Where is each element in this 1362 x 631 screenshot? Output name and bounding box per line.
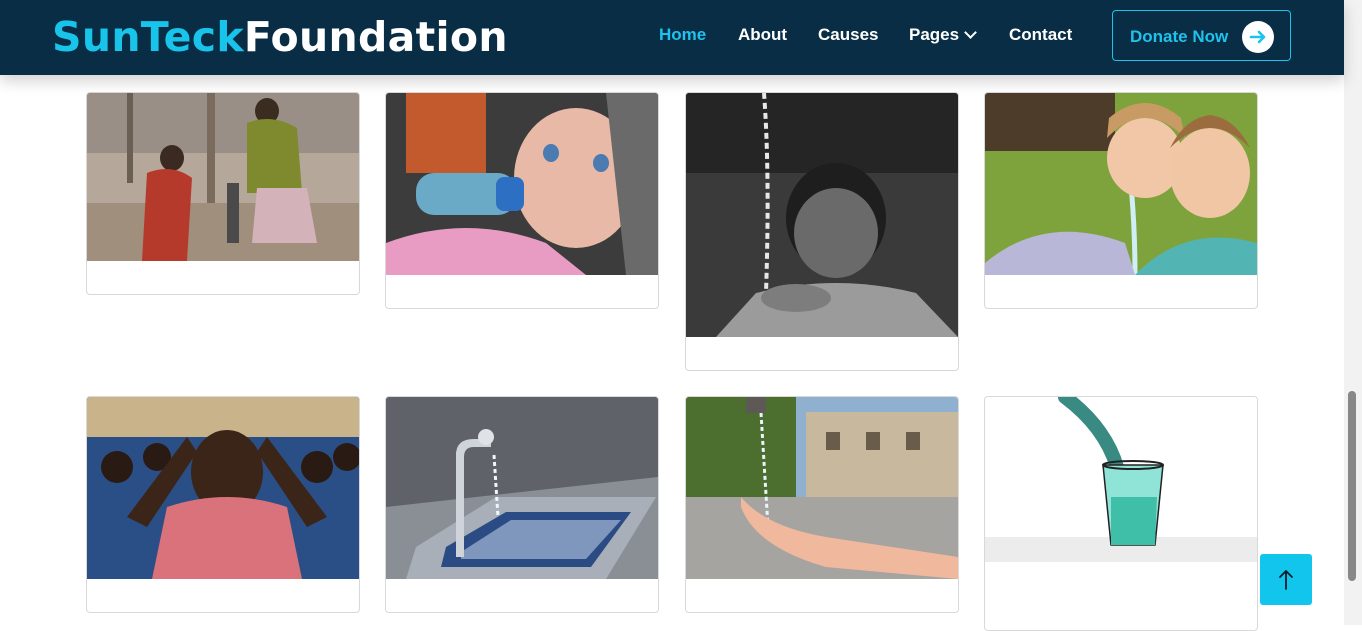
logo-part-sunteck: SunTeck [52,13,244,61]
gallery-photo-boy-drinking-from-stream [686,93,958,337]
gallery-card[interactable] [385,92,659,309]
logo-part-foundation: Foundation [243,13,508,61]
gallery-card[interactable] [385,396,659,613]
nav-contact[interactable]: Contact [1009,25,1072,45]
gallery-photo-baby-drinking-from-bottle [386,93,658,275]
gallery-photo-children-with-hands-on-head [87,397,359,579]
gallery-card[interactable] [685,396,959,613]
gallery-photo-water-tap-over-basin [386,397,658,579]
gallery-photo-women-at-water-pump [87,93,359,261]
donate-now-button[interactable]: Donate Now [1112,10,1291,61]
back-to-top-button[interactable] [1260,554,1312,605]
site-logo[interactable]: SunTeckFoundation [52,14,508,60]
nav-pages[interactable]: Pages [909,25,977,45]
nav-home[interactable]: Home [659,25,706,45]
nav-causes[interactable]: Causes [818,25,878,45]
gallery-photo-children-drinking-from-fountain [985,93,1257,275]
gallery-photo-hand-under-fountain-spout [686,397,958,579]
chevron-down-icon [964,26,977,39]
arrow-right-icon [1242,21,1274,53]
nav-pages-label: Pages [909,25,960,44]
arrow-up-icon [1279,570,1293,590]
gallery-card[interactable] [685,92,959,371]
nav-about[interactable]: About [738,25,787,45]
gallery-card[interactable] [984,396,1258,631]
gallery-card[interactable] [86,92,360,295]
gallery-card[interactable] [86,396,360,613]
site-header: SunTeckFoundation Home About Causes Page… [0,0,1344,75]
scrollbar-thumb[interactable] [1348,391,1356,581]
gallery-card[interactable] [984,92,1258,309]
donate-now-label: Donate Now [1130,27,1229,46]
gallery-photo-water-poured-into-glass [985,397,1257,562]
